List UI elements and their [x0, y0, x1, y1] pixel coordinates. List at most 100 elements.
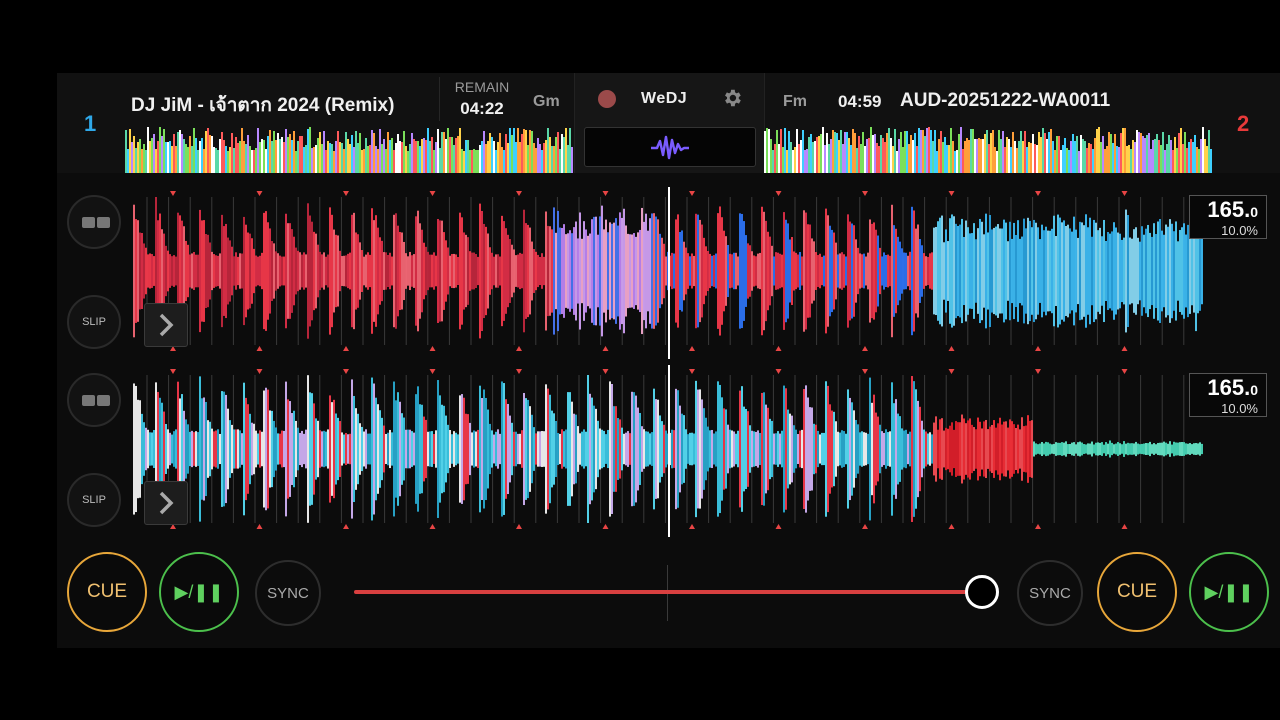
waveform-bar [1159, 219, 1161, 323]
deck1-track-title[interactable]: DJ JiM - เจ้าตาก 2024 (Remix) [131, 90, 437, 120]
waveform-bar [713, 255, 715, 287]
waveform-bar [1173, 231, 1175, 311]
deck1-play-pause-button[interactable]: ▶/❚❚ [159, 552, 239, 632]
deck1-overview-waveform[interactable] [125, 127, 573, 173]
waveform-bar [321, 254, 323, 288]
waveform-bar [571, 401, 573, 497]
waveform-bar [947, 428, 949, 470]
record-icon[interactable] [598, 90, 616, 108]
waveform-bar [753, 431, 755, 467]
waveform-bar [565, 429, 567, 469]
waveform-bar [253, 423, 255, 475]
crossfader-track[interactable] [354, 590, 984, 594]
waveform-bar [347, 434, 349, 464]
waveform-bar [1003, 219, 1005, 323]
layout-icon [97, 217, 110, 228]
waveform-bar [467, 414, 469, 484]
waveform-bar [467, 237, 469, 305]
waveform-bar [877, 235, 879, 307]
deck1-expand-button[interactable] [144, 303, 188, 347]
waveform-bar [865, 256, 867, 286]
waveform-bar [805, 212, 807, 330]
waveform-bar [635, 395, 637, 503]
waveform-bar [1043, 230, 1045, 312]
crossfader-knob[interactable] [965, 575, 999, 609]
deck2-overview-waveform[interactable] [764, 127, 1212, 173]
waveform-bar [767, 231, 769, 311]
waveform-bar [427, 251, 429, 291]
deck2-sync-button[interactable]: SYNC [1017, 560, 1083, 626]
waveform-bar [917, 400, 919, 498]
downbeat-marker [429, 191, 436, 196]
waveform-bar [559, 227, 561, 315]
waveform-bar [443, 405, 445, 493]
downbeat-marker [516, 524, 522, 529]
waveform-bar [817, 430, 819, 468]
deck1-layout-button[interactable] [67, 195, 121, 249]
waveform-bar [895, 399, 897, 499]
waveform-bar [1145, 443, 1147, 455]
deck2-bpm-display[interactable]: 165.0 10.0% [1189, 373, 1267, 417]
waveform-bar [369, 254, 371, 288]
waveform-bar [547, 225, 549, 317]
waveform-bar [671, 252, 673, 290]
waveform-bar [709, 253, 711, 289]
waveform-bar [449, 255, 451, 287]
deck1-cue-button[interactable]: CUE [67, 552, 147, 632]
waveform-bar [943, 242, 945, 300]
waveform-bar [795, 429, 797, 469]
waveform-bar [641, 426, 643, 472]
deck2-expand-button[interactable] [144, 481, 188, 525]
waveform-bar [975, 429, 977, 469]
waveform-bar [489, 247, 491, 295]
deck2-track-title[interactable]: AUD-20251222-WA0011 [900, 90, 1160, 112]
waveform-bar [247, 232, 249, 310]
waveform-bar [733, 252, 735, 290]
waveform-view-button[interactable] [584, 127, 756, 167]
waveform-bar [981, 428, 983, 470]
deck2-cue-button[interactable]: CUE [1097, 552, 1177, 632]
waveform-bar [249, 413, 251, 485]
waveform-bar [719, 206, 721, 336]
waveform-bar [1061, 222, 1063, 320]
waveform-bar [607, 232, 609, 310]
waveform-bar [275, 427, 277, 471]
waveform-bar [603, 430, 605, 468]
waveform-bar [197, 432, 199, 466]
deck1-slip-button[interactable]: SLIP [67, 295, 121, 349]
waveform-bar [645, 213, 647, 329]
waveform-bar [847, 214, 849, 328]
deck1-bpm-display[interactable]: 165.0 10.0% [1189, 195, 1267, 239]
waveform-bar [1117, 442, 1119, 456]
waveform-bar [495, 431, 497, 467]
waveform-bar [829, 225, 831, 317]
waveform-bar [887, 254, 889, 288]
waveform-bar [297, 427, 299, 471]
waveform-bar [969, 418, 971, 480]
waveform-bar [553, 413, 555, 485]
deck2-layout-button[interactable] [67, 373, 121, 427]
waveform-bar [299, 432, 301, 466]
downbeat-marker [256, 191, 263, 196]
waveform-bar [195, 431, 197, 467]
deck2-playhead [668, 365, 670, 537]
waveform-bar [927, 433, 929, 465]
waveform-bar [1009, 221, 1011, 321]
deck1-sync-button[interactable]: SYNC [255, 560, 321, 626]
waveform-bar [631, 234, 633, 308]
deck2-play-pause-button[interactable]: ▶/❚❚ [1189, 552, 1269, 632]
waveform-bar [1041, 442, 1043, 456]
waveform-bar [603, 229, 605, 313]
downbeat-marker [429, 524, 436, 529]
waveform-bar [237, 429, 239, 469]
gear-icon[interactable] [721, 87, 743, 109]
waveform-bar [659, 233, 661, 309]
waveform-bar [479, 203, 481, 339]
waveform-bar [773, 433, 775, 465]
waveform-bar [741, 386, 743, 512]
waveform-bar [303, 252, 305, 290]
deck2-slip-button[interactable]: SLIP [67, 473, 121, 527]
remain-label: REMAIN [454, 79, 510, 95]
waveform-bar [639, 412, 641, 486]
waveform-bar [1133, 229, 1135, 313]
